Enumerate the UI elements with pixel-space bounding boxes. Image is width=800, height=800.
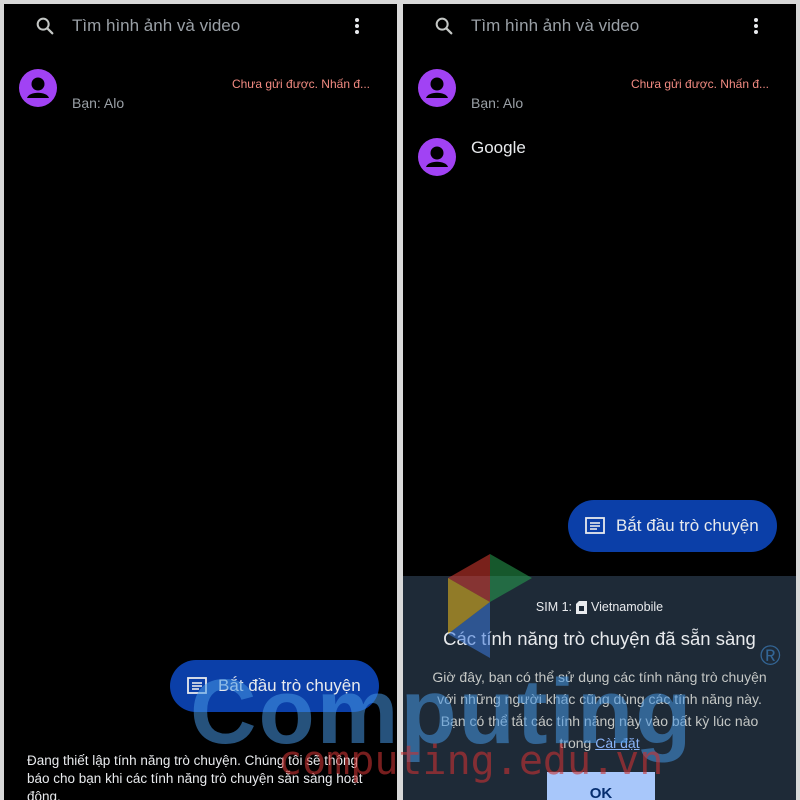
start-chat-label: Bắt đầu trò chuyện [616, 516, 759, 535]
person-icon [19, 69, 57, 107]
sim-card-icon [576, 600, 588, 614]
conversation-item-google[interactable]: Google [403, 132, 796, 196]
conversation-snippet: Bạn: Alo [72, 95, 125, 111]
sheet-title: Các tính năng trò chuyện đã sẵn sàng [443, 628, 756, 649]
chat-features-ready-sheet: SIM 1: Vietnamobile Các tính năng trò ch… [403, 576, 796, 800]
more-vert-icon[interactable] [347, 16, 367, 36]
start-chat-button[interactable]: Bắt đầu trò chuyện [170, 660, 379, 712]
search-placeholder[interactable]: Tìm hình ảnh và video [471, 16, 639, 36]
ok-button[interactable]: OK [547, 772, 655, 800]
conversation-item[interactable]: Chưa gửi được. Nhấn đ... Bạn: Alo [403, 64, 796, 128]
more-vert-icon[interactable] [746, 16, 766, 36]
start-chat-label: Bắt đầu trò chuyện [218, 676, 361, 695]
conversation-snippet: Bạn: Alo [471, 95, 524, 111]
person-icon [418, 138, 456, 176]
search-placeholder[interactable]: Tìm hình ảnh và video [72, 16, 240, 36]
send-failed-status: Chưa gửi được. Nhấn đ... [231, 77, 370, 91]
sheet-body: Giờ đây, bạn có thể sử dụng các tính năn… [427, 666, 772, 754]
left-screen: Tìm hình ảnh và video Chưa gửi được. Nhấ… [4, 4, 397, 800]
chat-icon [585, 517, 605, 534]
send-failed-status: Chưa gửi được. Nhấn đ... [630, 77, 769, 91]
search-bar[interactable]: Tìm hình ảnh và video [403, 4, 796, 48]
conversation-name: Google [471, 138, 526, 157]
sim-label: SIM 1: [535, 600, 573, 614]
person-icon [418, 69, 456, 107]
carrier-name: Vietnamobile [591, 600, 664, 614]
search-bar[interactable]: Tìm hình ảnh và video [4, 4, 397, 48]
start-chat-button[interactable]: Bắt đầu trò chuyện [568, 500, 777, 552]
chat-setup-note: Đang thiết lập tính năng trò chuyện. Chú… [27, 753, 363, 800]
sim-info: SIM 1: Vietnamobile [403, 600, 796, 614]
conversation-item[interactable]: Chưa gửi được. Nhấn đ... Bạn: Alo [4, 64, 397, 128]
search-icon[interactable] [34, 15, 56, 37]
settings-link[interactable]: Cài đặt [595, 735, 639, 751]
chat-icon [187, 677, 207, 694]
search-icon[interactable] [433, 15, 455, 37]
right-screen: Tìm hình ảnh và video Chưa gửi được. Nhấ… [403, 4, 796, 800]
